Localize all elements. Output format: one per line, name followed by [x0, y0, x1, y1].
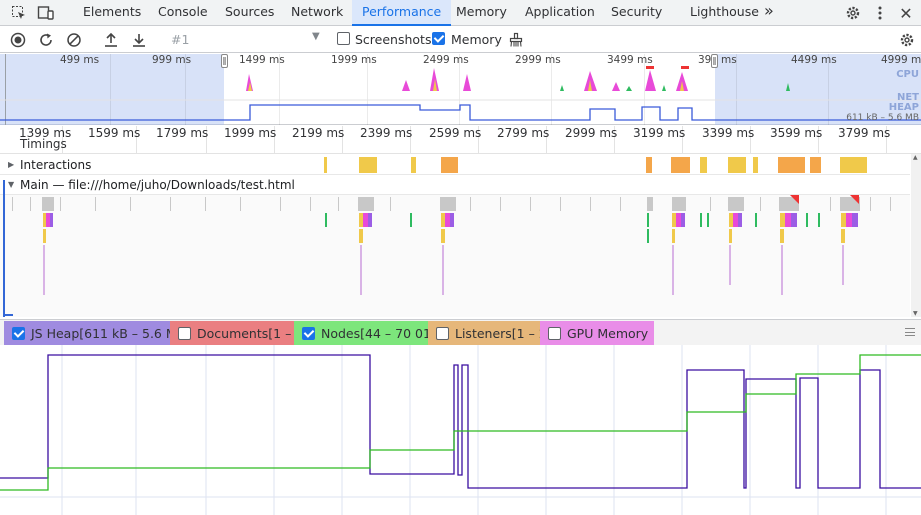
save-profile-icon[interactable] [129, 30, 149, 50]
performance-toolbar: #1 ▼ Screenshots Memory [0, 27, 921, 53]
more-tabs-button[interactable]: » [764, 0, 774, 26]
more-options-icon[interactable] [870, 3, 890, 23]
listeners-label: Listeners[1 – 2] [455, 325, 552, 341]
timeline-ruler: 1399 ms 1599 ms 1799 ms 1999 ms 2199 ms … [0, 126, 921, 154]
memory-label[interactable]: Memory [451, 32, 502, 47]
inspect-element-icon[interactable] [9, 3, 29, 23]
capture-settings-gear-icon[interactable] [897, 30, 917, 50]
overview-heap-label: HEAP [888, 102, 919, 113]
device-toolbar-icon[interactable] [36, 3, 56, 23]
ruler-tick: 1599 ms [88, 126, 141, 140]
counter-nodes[interactable]: Nodes[44 – 70 017] [294, 321, 450, 345]
collect-garbage-icon[interactable] [506, 30, 526, 50]
interactions-track[interactable]: ▶ Interactions [0, 155, 910, 175]
tab-lighthouse[interactable]: Lighthouse [690, 0, 759, 26]
overview-cpu-net-heap-graph [0, 66, 921, 121]
ruler-tick: 3799 ms [838, 126, 891, 140]
overview-heap-range: 611 kB – 5.6 MB [846, 113, 919, 123]
ruler-tick: 1999 ms [224, 126, 277, 140]
close-icon[interactable]: ✕ [896, 3, 916, 23]
overview-left-handle[interactable]: ‖ [221, 54, 228, 68]
settings-gear-icon[interactable] [843, 3, 863, 23]
flamechart-scrollbar[interactable]: ▲ ▼ [911, 154, 921, 317]
tab-elements[interactable]: Elements [83, 0, 141, 26]
ruler-tick: 1799 ms [156, 126, 209, 140]
memory-counters-legend: JS Heap[611 kB – 5.6 MB] Documents[1 – 4… [0, 319, 921, 345]
tab-sources[interactable]: Sources [225, 0, 274, 26]
ruler-tick: 2199 ms [292, 126, 345, 140]
flamechart-svg [12, 195, 891, 295]
listeners-checkbox[interactable] [436, 326, 449, 340]
js-heap-label: JS Heap[611 kB – 5.6 MB] [31, 325, 191, 341]
memory-graph-svg [0, 345, 921, 515]
memory-checkbox[interactable] [432, 32, 445, 45]
memory-counter-graph[interactable] [0, 345, 921, 515]
tab-performance[interactable]: Performance [352, 0, 452, 26]
gpu-memory-label: GPU Memory [567, 325, 649, 341]
resize-handle-icon[interactable] [905, 328, 915, 336]
scroll-down-arrow-icon[interactable]: ▼ [913, 310, 918, 317]
overview-cpu-label: CPU [896, 69, 919, 80]
interactions-bars [324, 157, 867, 173]
main-thread-track[interactable]: ▼ Main — file:///home/juho/Downloads/tes… [0, 175, 910, 195]
tab-memory[interactable]: Memory [456, 0, 507, 26]
counter-js-heap[interactable]: JS Heap[611 kB – 5.6 MB] [4, 321, 197, 345]
ruler-tick: 2599 ms [429, 126, 482, 140]
tab-security[interactable]: Security [611, 0, 662, 26]
documents-label: Documents[1 – 4] [197, 325, 309, 341]
timings-track-label[interactable]: Timings [20, 137, 67, 151]
tab-network[interactable]: Network [291, 0, 343, 26]
load-profile-icon[interactable] [101, 30, 121, 50]
js-heap-checkbox[interactable] [12, 326, 25, 340]
clear-icon[interactable] [64, 30, 84, 50]
overview-right-handle[interactable]: ‖ [711, 54, 718, 68]
nodes-checkbox[interactable] [302, 326, 315, 340]
reload-record-icon[interactable] [36, 30, 56, 50]
gpu-memory-checkbox[interactable] [548, 326, 561, 340]
timeline-overview[interactable]: 499 ms 999 ms 1499 ms 1999 ms 2499 ms 29… [0, 54, 921, 125]
main-track-selection-bracket [3, 180, 5, 317]
profile-select[interactable]: #1 [171, 32, 189, 47]
collapse-arrow-icon[interactable]: ▼ [8, 180, 14, 189]
main-thread-flamechart[interactable] [0, 195, 910, 317]
main-track-selection-bracket-foot [3, 314, 13, 316]
tab-console[interactable]: Console [158, 0, 208, 26]
ruler-tick: 2799 ms [497, 126, 550, 140]
counter-documents[interactable]: Documents[1 – 4] [170, 321, 315, 345]
counter-gpu-memory[interactable]: GPU Memory [540, 321, 655, 345]
devtools-tabbar: Elements Console Sources Network Perform… [0, 0, 921, 26]
ruler-tick: 3399 ms [702, 126, 755, 140]
ruler-tick: 2399 ms [360, 126, 413, 140]
screenshots-label[interactable]: Screenshots [355, 32, 431, 47]
counter-listeners[interactable]: Listeners[1 – 2] [428, 321, 558, 345]
documents-checkbox[interactable] [178, 326, 191, 340]
ruler-tick: 3199 ms [633, 126, 686, 140]
record-icon[interactable] [8, 30, 28, 50]
scroll-up-arrow-icon[interactable]: ▲ [913, 154, 918, 161]
ruler-tick: 2999 ms [565, 126, 618, 140]
profile-select-chevron-icon[interactable]: ▼ [312, 31, 320, 42]
tab-application[interactable]: Application [525, 0, 595, 26]
main-thread-label: Main — file:///home/juho/Downloads/test.… [20, 178, 295, 192]
nodes-label: Nodes[44 – 70 017] [321, 325, 444, 341]
ruler-tick: 3599 ms [770, 126, 823, 140]
screenshots-checkbox[interactable] [337, 32, 350, 45]
